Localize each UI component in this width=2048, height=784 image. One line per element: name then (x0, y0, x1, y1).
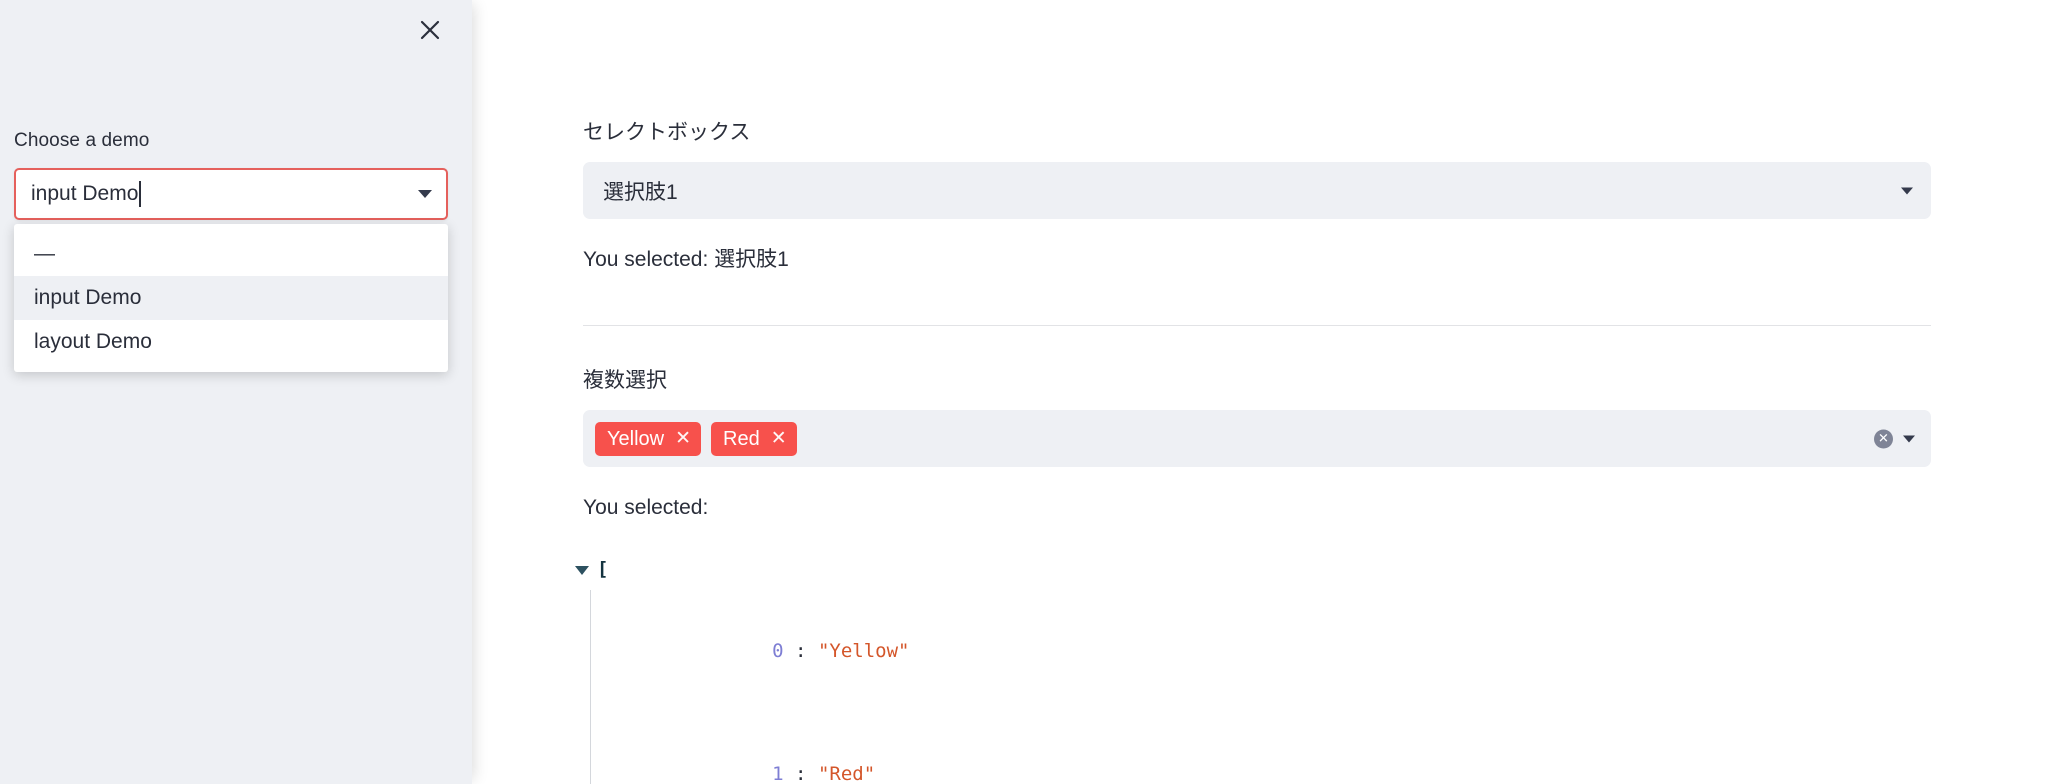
drawer-body: Choose a demo input Demo — input Demo la… (14, 128, 458, 372)
tag-remove-icon[interactable]: ✕ (771, 429, 787, 448)
demo-combobox-input[interactable]: input Demo (14, 168, 448, 220)
demo-combobox-value: input Demo (31, 182, 139, 205)
chevron-down-icon[interactable] (1901, 187, 1913, 194)
combobox-option-label: — (34, 242, 55, 265)
json-key: 0 (772, 640, 784, 662)
json-entry: 1 : "Red" (772, 763, 876, 784)
json-entry: 0 : "Yellow" (772, 640, 910, 662)
combobox-option[interactable]: layout Demo (14, 320, 448, 364)
triangle-down-icon[interactable] (575, 566, 589, 575)
select-result-text: You selected: 選択肢1 (583, 248, 789, 271)
json-children: 0 : "Yellow" 1 : "Red" (590, 590, 1931, 784)
chevron-down-icon[interactable] (418, 190, 432, 198)
content-column: セレクトボックス 選択肢1 You selected: 選択肢1 複数選択 Ye… (575, 118, 1931, 784)
text-cursor (139, 181, 141, 207)
choose-demo-label: Choose a demo (14, 130, 150, 151)
json-key: 1 (772, 763, 784, 784)
select-box[interactable]: 選択肢1 (583, 162, 1931, 219)
main-content: セレクトボックス 選択肢1 You selected: 選択肢1 複数選択 Ye… (472, 0, 2048, 784)
multi-select-label: 複数選択 (583, 369, 667, 392)
combobox-option-label: layout Demo (34, 330, 152, 353)
multi-result-text: You selected: (583, 496, 709, 519)
close-icon[interactable] (408, 8, 452, 52)
multi-select-section: 複数選択 Yellow ✕ Red ✕ ✕ You selected: [0 … (575, 366, 1931, 784)
json-root-row[interactable]: [ (575, 549, 1931, 590)
chevron-down-icon[interactable] (1903, 435, 1915, 442)
json-tree-viewer: [ 0 : "Yellow" 1 : "Red" ] (575, 549, 1931, 784)
demo-combobox: input Demo — input Demo layout Demo (14, 168, 458, 372)
demo-combobox-options: — input Demo layout Demo (14, 224, 448, 372)
section-divider (583, 325, 1931, 326)
json-open-bracket: [ (597, 558, 609, 580)
tag-chip[interactable]: Red ✕ (711, 421, 797, 456)
select-section-label: セレクトボックス (583, 121, 751, 144)
combobox-option[interactable]: input Demo (14, 276, 448, 320)
select-box-value: 選択肢1 (603, 180, 678, 204)
left-drawer: Choose a demo input Demo — input Demo la… (0, 0, 472, 784)
tag-chip[interactable]: Yellow ✕ (595, 421, 702, 456)
combobox-option[interactable]: — (14, 232, 448, 276)
json-value: "Yellow" (817, 640, 910, 662)
select-section: セレクトボックス 選択肢1 You selected: 選択肢1 (583, 118, 1931, 275)
multi-select-actions: ✕ (1874, 429, 1915, 448)
tag-label: Red (723, 427, 760, 450)
clear-circle-icon[interactable]: ✕ (1874, 429, 1893, 448)
json-value: "Red" (817, 763, 876, 784)
multi-select-box[interactable]: Yellow ✕ Red ✕ ✕ (583, 410, 1931, 467)
app-root: セレクトボックス 選択肢1 You selected: 選択肢1 複数選択 Ye… (0, 0, 2048, 784)
combobox-option-label: input Demo (34, 286, 142, 309)
tag-label: Yellow (607, 427, 665, 450)
tag-remove-icon[interactable]: ✕ (675, 429, 691, 448)
